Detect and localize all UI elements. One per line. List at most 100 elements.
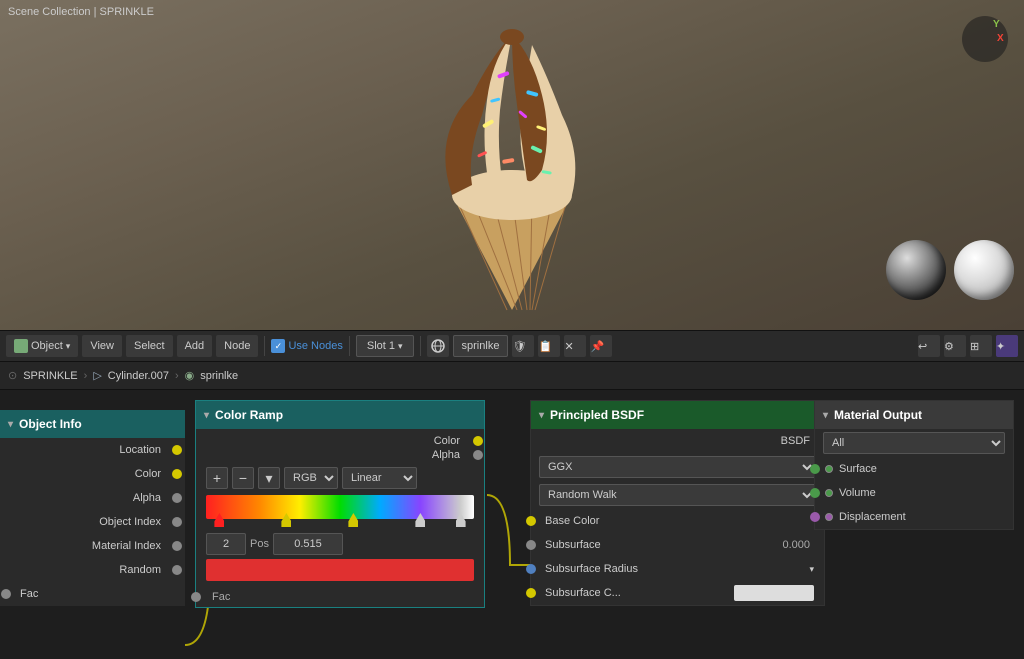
toolbar: Object ▾ View Select Add Node ✓ Use Node…	[0, 330, 1024, 362]
breadcrumb-scene[interactable]: SPRINKLE	[23, 370, 77, 382]
subsurface-color-socket[interactable]	[526, 588, 536, 598]
color-ramp-outputs: Color Alpha	[206, 435, 474, 461]
subsurface-color-preview[interactable]	[734, 585, 814, 601]
breadcrumb-home-icon: ⊙	[8, 369, 17, 382]
alpha-output-socket[interactable]	[172, 493, 182, 503]
view-menu-button[interactable]: View	[82, 335, 122, 357]
color-output-socket[interactable]	[172, 469, 182, 479]
icecream-svg	[372, 15, 652, 315]
material-output-header[interactable]: ▾ Material Output	[815, 401, 1013, 429]
cr-fac-socket[interactable]	[191, 592, 201, 602]
color-ramp-bar-container	[206, 495, 474, 519]
undo-icon-button[interactable]: ↩	[918, 335, 940, 357]
object-info-color-row: Color	[0, 462, 185, 486]
node-menu-button[interactable]: Node	[216, 335, 258, 357]
volume-input-socket[interactable]	[810, 488, 820, 498]
copy-icon-button[interactable]: 📋	[538, 335, 560, 357]
slot-selector[interactable]: Slot 1 ▾	[356, 335, 414, 357]
object-info-objindex-row: Object Index	[0, 510, 185, 534]
node-area[interactable]: ▾ Object Info Location Color Alpha Objec…	[0, 390, 1024, 659]
pin-icon-button[interactable]: 📌	[590, 335, 612, 357]
random-output-socket[interactable]	[172, 565, 182, 575]
object-info-location-row: Location	[0, 438, 185, 462]
axis-gizmo[interactable]: Y X	[961, 15, 1009, 63]
color-ramp-node: ▾ Color Ramp Color Alpha + − ▾	[195, 400, 485, 608]
material-output-node: ▾ Material Output All Cycles EEVEE Surfa…	[814, 400, 1014, 530]
object-info-alpha-row: Alpha	[0, 486, 185, 510]
subsurface-radius-socket[interactable]	[526, 564, 536, 574]
addon-icon-button[interactable]: ✦	[996, 335, 1018, 357]
principled-collapse[interactable]: ▾	[539, 410, 544, 421]
cr-pos-input[interactable]: 0.515	[273, 533, 343, 555]
breadcrumb: ⊙ SPRINKLE › ▷ Cylinder.007 › ◉ sprinlke	[0, 362, 1024, 390]
breadcrumb-material-icon: ◉	[185, 369, 195, 382]
subsurface-method-select[interactable]: Random Walk Christensen-Burley	[539, 484, 816, 506]
displacement-socket-indicator	[825, 513, 833, 521]
displacement-input-socket[interactable]	[810, 512, 820, 522]
material-output-collapse[interactable]: ▾	[823, 410, 828, 421]
preview-spheres[interactable]	[886, 240, 1014, 300]
matindex-output-socket[interactable]	[172, 541, 182, 551]
color-ramp-collapse[interactable]: ▾	[204, 410, 209, 421]
fac-input-socket[interactable]	[1, 589, 11, 599]
principled-bsdf-output: BSDF	[531, 429, 824, 453]
viewport[interactable]: Scene Collection | SPRINKLE	[0, 0, 1024, 330]
subsurface-row: Subsurface 0.000	[531, 533, 824, 557]
cr-alpha-socket[interactable]	[473, 450, 483, 460]
surface-input-row: Surface	[815, 457, 1013, 481]
base-color-row: Base Color	[531, 509, 824, 533]
use-nodes-toggle[interactable]: ✓ Use Nodes	[271, 339, 342, 353]
cr-index-input[interactable]: 2	[206, 533, 246, 555]
principled-bsdf-node: ▾ Principled BSDF BSDF GGX Beckmann Mult…	[530, 400, 825, 606]
cr-colormode-select[interactable]: RGB HSV	[284, 467, 338, 489]
svg-text:X: X	[997, 33, 1004, 44]
object-info-collapse[interactable]: ▾	[8, 419, 13, 430]
surface-socket-indicator	[825, 465, 833, 473]
subsurface-input-socket[interactable]	[526, 540, 536, 550]
material-output-target-select[interactable]: All Cycles EEVEE	[823, 432, 1005, 454]
object-info-header[interactable]: ▾ Object Info	[0, 410, 185, 438]
sphere-icon-button[interactable]	[427, 335, 449, 357]
object-menu-button[interactable]: Object ▾	[6, 335, 78, 357]
cr-color-preview[interactable]	[206, 559, 474, 581]
object-info-matindex-row: Material Index	[0, 534, 185, 558]
tools-icon-button[interactable]: ⚙	[944, 335, 966, 357]
breadcrumb-sep-1: ›	[84, 370, 88, 382]
breadcrumb-material[interactable]: sprinlke	[200, 370, 238, 382]
volume-input-row: Volume	[815, 481, 1013, 505]
objindex-output-socket[interactable]	[172, 517, 182, 527]
color-ramp-bar[interactable]	[206, 495, 474, 519]
add-menu-button[interactable]: Add	[177, 335, 213, 357]
principled-header[interactable]: ▾ Principled BSDF	[531, 401, 824, 429]
chevron-down-icon: ▾	[66, 341, 71, 352]
location-output-socket[interactable]	[172, 445, 182, 455]
volume-socket-indicator	[825, 489, 833, 497]
surface-input-socket[interactable]	[810, 464, 820, 474]
material-output-target-row: All Cycles EEVEE	[815, 429, 1013, 457]
breadcrumb-object-icon: ▷	[93, 369, 101, 382]
cr-remove-button[interactable]: −	[232, 467, 254, 489]
toolbar-separator-1	[264, 336, 265, 356]
distribution-select[interactable]: GGX Beckmann Multiscatter GGX	[539, 456, 816, 478]
subsurface-method-row: Random Walk Christensen-Burley	[531, 481, 824, 509]
color-ramp-index-row: 2 Pos 0.515	[206, 533, 474, 555]
base-color-input-socket[interactable]	[526, 516, 536, 526]
cr-interpolation-select[interactable]: Linear Ease B-Spline Cardinal Constant	[342, 467, 417, 489]
cr-interpolation-button[interactable]: ▾	[258, 467, 280, 489]
color-ramp-header[interactable]: ▾ Color Ramp	[196, 401, 484, 429]
layout-icon-button[interactable]: ⊞	[970, 335, 992, 357]
subsurface-radius-chevron: ▾	[809, 564, 814, 575]
cr-add-button[interactable]: +	[206, 467, 228, 489]
breadcrumb-sep-2: ›	[175, 370, 179, 382]
hdri-sphere[interactable]	[886, 240, 946, 300]
select-menu-button[interactable]: Select	[126, 335, 173, 357]
x-icon-button[interactable]: ✕	[564, 335, 586, 357]
cr-color-socket[interactable]	[473, 436, 483, 446]
breadcrumb-object[interactable]: Cylinder.007	[108, 370, 169, 382]
shield-icon-button[interactable]: 🛡	[512, 335, 534, 357]
material-name-field[interactable]: sprinlke	[453, 335, 509, 357]
color-ramp-controls: Color Alpha + − ▾ RGB HSV Linear	[196, 429, 484, 587]
subsurface-radius-row: Subsurface Radius ▾	[531, 557, 824, 581]
cr-alpha-output: Alpha	[432, 449, 474, 461]
diffuse-sphere[interactable]	[954, 240, 1014, 300]
